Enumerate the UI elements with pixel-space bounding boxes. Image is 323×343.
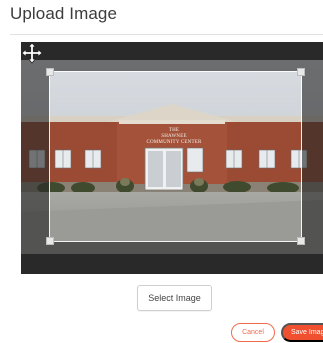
dialog-title: Upload Image (10, 4, 118, 23)
crop-handle-bottom-left[interactable] (46, 237, 54, 245)
crop-handle-top-right[interactable] (297, 68, 305, 76)
image-crop-area[interactable]: THE SHAWNEE COMMUNITY CENTER (21, 42, 323, 274)
crop-frame[interactable] (46, 68, 305, 245)
select-image-button[interactable]: Select Image (137, 285, 212, 311)
cancel-button[interactable]: Cancel (231, 323, 275, 342)
move-icon (21, 42, 43, 64)
save-image-button[interactable]: Save Image (281, 323, 323, 342)
crop-handle-top-left[interactable] (46, 68, 54, 76)
crop-handle-bottom-right[interactable] (297, 237, 305, 245)
title-divider (10, 34, 323, 35)
